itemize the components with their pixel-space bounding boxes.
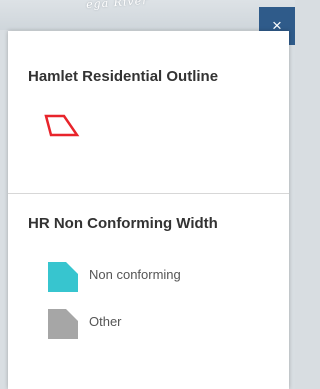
layer-title: Hamlet Residential Outline [28,68,219,85]
legend-item-non-conforming: Non conforming [46,261,286,292]
layer-title: HR Non Conforming Width [28,215,218,232]
cyan-polygon-swatch-icon [48,262,78,292]
legend-item-label: Non conforming [89,267,181,282]
legend-item-label: Other [89,314,122,329]
outline-polygon-swatch-icon [44,114,80,137]
legend-layer-hr-non-conforming-width: HR Non Conforming Width Non conforming O… [8,195,289,389]
legend-layer-hamlet-residential-outline: Hamlet Residential Outline [8,31,289,194]
gray-polygon-swatch-icon [48,309,78,339]
section-divider [8,193,289,194]
legend-panel: Hamlet Residential Outline HR Non Confor… [8,31,289,389]
legend-item-other: Other [46,308,286,339]
